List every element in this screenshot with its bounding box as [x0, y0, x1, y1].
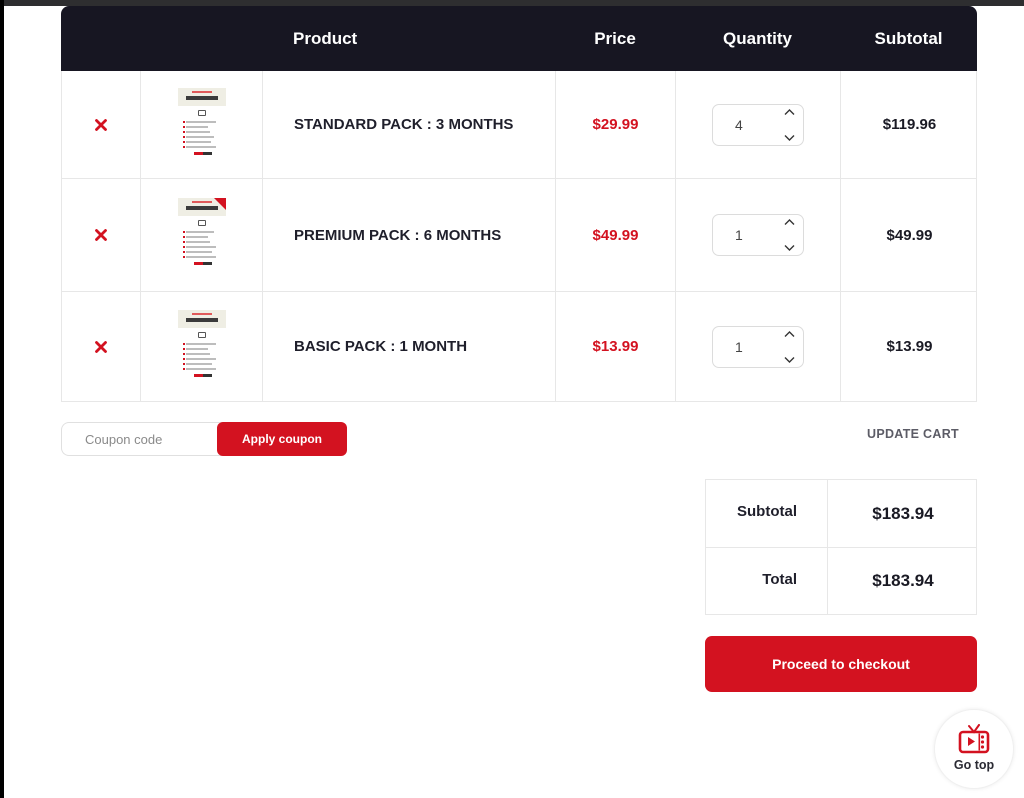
coupon-code-input[interactable] — [61, 422, 231, 456]
quantity-input[interactable]: 4 — [735, 117, 743, 133]
price-cell: $13.99 — [556, 292, 676, 401]
thumbnail-cell — [141, 292, 263, 401]
cart-row: STANDARD PACK : 3 MONTHS $29.99 4 $119.9… — [61, 71, 977, 179]
go-top-label: Go top — [953, 758, 995, 772]
line-subtotal: $13.99 — [886, 338, 933, 355]
premium-pack-thumbnail[interactable] — [173, 198, 230, 272]
chevron-up-icon[interactable] — [784, 108, 795, 116]
close-icon — [95, 118, 107, 131]
header-subtotal: Subtotal — [874, 28, 943, 48]
remove-cell — [62, 71, 141, 178]
left-edge-bar — [0, 0, 4, 798]
totals-total-row: Total $183.94 — [706, 547, 976, 614]
subtotal-cell: $119.96 — [841, 71, 978, 178]
cart-table: Product Price Quantity Subtotal STANDARD… — [61, 6, 977, 402]
product-price: $29.99 — [592, 116, 639, 133]
subtotal-cell: $49.99 — [841, 179, 978, 291]
subtotal-cell: $13.99 — [841, 292, 978, 401]
chevron-up-icon[interactable] — [784, 330, 795, 338]
chevron-up-icon[interactable] — [784, 218, 795, 226]
remove-cell — [62, 179, 141, 291]
cart-totals-table: Subtotal $183.94 Total $183.94 — [705, 479, 977, 615]
remove-item-button[interactable] — [95, 229, 107, 241]
apply-coupon-button[interactable]: Apply coupon — [217, 422, 347, 456]
quantity-input[interactable]: 1 — [735, 227, 743, 243]
go-top-button[interactable]: Go top — [934, 709, 1014, 789]
chevron-down-icon[interactable] — [784, 356, 795, 364]
tv-icon — [958, 724, 990, 754]
standard-pack-thumbnail[interactable] — [173, 87, 230, 162]
quantity-cell: 4 — [676, 71, 841, 178]
price-cell: $29.99 — [556, 71, 676, 178]
close-icon — [95, 340, 107, 353]
chevron-down-icon[interactable] — [784, 244, 795, 252]
header-product: Product — [293, 28, 358, 48]
quantity-input[interactable]: 1 — [735, 339, 743, 355]
thumbnail-cell — [141, 179, 263, 291]
quantity-cell: 1 — [676, 292, 841, 401]
line-subtotal: $49.99 — [886, 226, 933, 244]
totals-subtotal-row: Subtotal $183.94 — [706, 480, 976, 547]
product-name-link[interactable]: BASIC PACK : 1 MONTH — [263, 292, 556, 401]
quantity-stepper[interactable]: 1 — [712, 325, 804, 368]
quantity-stepper[interactable]: 1 — [712, 214, 804, 256]
update-cart-button[interactable]: UPDATE CART — [867, 427, 959, 441]
product-name-link[interactable]: PREMIUM PACK : 6 MONTHS — [263, 179, 556, 291]
proceed-to-checkout-button[interactable]: Proceed to checkout — [705, 636, 977, 692]
quantity-stepper[interactable]: 4 — [712, 103, 804, 146]
header-quantity: Quantity — [723, 28, 792, 48]
cart-row: BASIC PACK : 1 MONTH $13.99 1 $13.99 — [61, 292, 977, 402]
remove-item-button[interactable] — [95, 118, 107, 131]
line-subtotal: $119.96 — [882, 116, 937, 133]
product-name-link[interactable]: STANDARD PACK : 3 MONTHS — [263, 71, 556, 178]
cart-row: PREMIUM PACK : 6 MONTHS $49.99 1 $49.99 — [61, 179, 977, 292]
product-price: $13.99 — [592, 338, 639, 355]
price-cell: $49.99 — [556, 179, 676, 291]
totals-subtotal-label: Subtotal — [706, 480, 828, 547]
totals-subtotal-value: $183.94 — [872, 503, 934, 523]
header-price: Price — [594, 28, 636, 48]
remove-cell — [62, 292, 141, 401]
chevron-down-icon[interactable] — [784, 134, 795, 142]
thumbnail-cell — [141, 71, 263, 178]
remove-item-button[interactable] — [95, 340, 107, 353]
basic-pack-thumbnail[interactable] — [173, 309, 230, 384]
totals-total-label: Total — [706, 548, 828, 614]
totals-total-value: $183.94 — [872, 571, 934, 590]
quantity-cell: 1 — [676, 179, 841, 291]
close-icon — [95, 229, 107, 241]
cart-table-header: Product Price Quantity Subtotal — [61, 6, 977, 71]
coupon-form: Apply coupon — [61, 422, 347, 456]
product-price: $49.99 — [592, 226, 639, 244]
